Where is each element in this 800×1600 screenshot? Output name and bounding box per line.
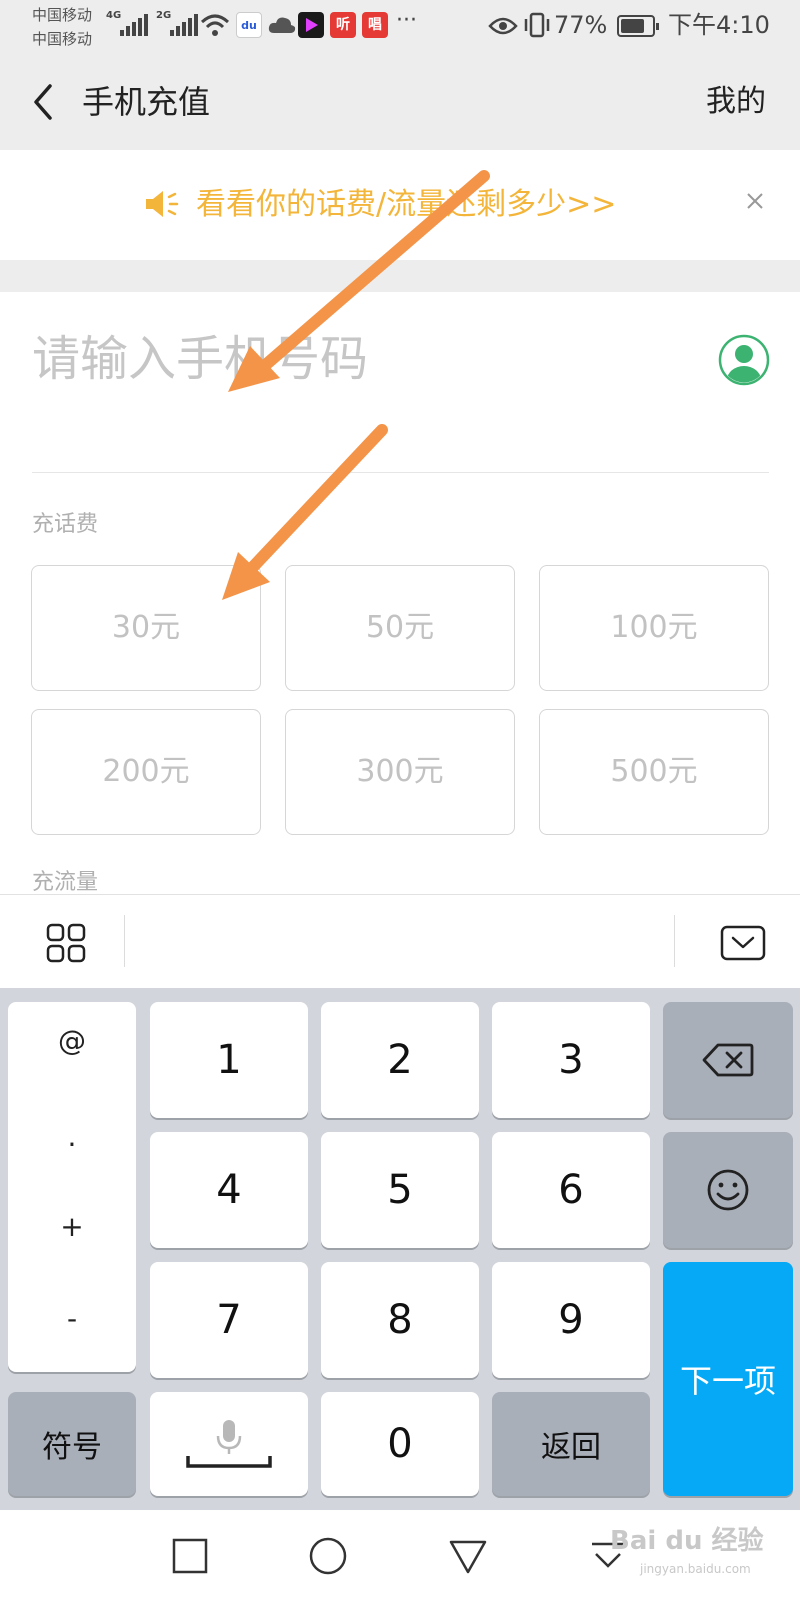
wifi-icon	[200, 14, 230, 36]
numeric-keyboard: @ . + - 1 2 3 4 5 6 7 8 9 下一项 符号 0 返回	[0, 988, 800, 1510]
amount-200[interactable]: 200元	[31, 709, 261, 835]
network-type-1: 4G	[106, 10, 122, 21]
clock: 下午4:10	[668, 11, 770, 39]
key-plus[interactable]: +	[8, 1210, 136, 1243]
backspace-key[interactable]	[663, 1002, 793, 1118]
my-link[interactable]: 我的	[706, 80, 766, 124]
amount-30[interactable]: 30元	[31, 565, 261, 691]
recharge-section-label: 充话费	[32, 512, 99, 537]
phone-number-input[interactable]	[32, 327, 672, 391]
page-title: 手机充值	[82, 83, 211, 121]
key-3[interactable]: 3	[492, 1002, 650, 1118]
next-key[interactable]: 下一项	[663, 1262, 793, 1496]
video-app-icon	[298, 12, 324, 38]
return-key[interactable]: 返回	[492, 1392, 650, 1496]
symbol-key[interactable]: 符号	[8, 1392, 136, 1496]
more-notifications: ···	[396, 8, 417, 33]
network-type-2: 2G	[156, 10, 172, 21]
back-nav-icon[interactable]	[448, 1536, 488, 1576]
grid-menu-icon[interactable]	[46, 923, 86, 963]
key-at[interactable]: @	[8, 1024, 136, 1057]
symbol-column: @ . + -	[8, 1002, 136, 1372]
recent-apps-icon[interactable]	[170, 1536, 210, 1576]
close-icon[interactable]	[744, 190, 766, 212]
key-8[interactable]: 8	[321, 1262, 479, 1378]
ting-app-icon: 听	[330, 12, 356, 38]
watermark: Bai du 经验	[610, 1526, 764, 1556]
battery-icon	[617, 15, 659, 37]
home-icon[interactable]	[308, 1536, 348, 1576]
baidu-app-icon: du	[236, 12, 262, 38]
microphone-icon	[186, 1420, 272, 1468]
battery-percent: 77%	[554, 11, 608, 39]
toolbar-divider	[124, 915, 125, 967]
signal-icon	[170, 12, 198, 36]
chang-app-icon: 唱	[362, 12, 388, 38]
key-2[interactable]: 2	[321, 1002, 479, 1118]
app-header: 手机充值 我的	[0, 56, 800, 148]
back-arrow-icon[interactable]	[26, 82, 66, 122]
key-9[interactable]: 9	[492, 1262, 650, 1378]
carrier-2: 中国移动	[32, 30, 93, 48]
key-5[interactable]: 5	[321, 1132, 479, 1248]
amount-500[interactable]: 500元	[539, 709, 769, 835]
status-bar: 中国移动 中国移动 4G 2G du 听 唱 ··· 77% 下午4:10	[0, 0, 800, 56]
toolbar-divider	[674, 915, 675, 967]
key-dot[interactable]: .	[8, 1120, 136, 1153]
vibrate-icon	[524, 12, 550, 38]
key-minus[interactable]: -	[8, 1302, 136, 1335]
keyboard-hide-icon[interactable]	[720, 925, 766, 961]
key-6[interactable]: 6	[492, 1132, 650, 1248]
emoji-key[interactable]	[663, 1132, 793, 1248]
amount-100[interactable]: 100元	[539, 565, 769, 691]
signal-icon	[120, 12, 148, 36]
space-voice-key[interactable]	[150, 1392, 308, 1496]
navigation-bar: Bai du 经验 jingyan.baidu.com	[0, 1510, 800, 1600]
banner-text[interactable]: 看看你的话费/流量还剩多少>>	[196, 183, 616, 227]
smiley-icon	[707, 1169, 749, 1211]
key-0[interactable]: 0	[321, 1392, 479, 1496]
key-7[interactable]: 7	[150, 1262, 308, 1378]
contact-icon[interactable]	[718, 334, 770, 386]
balance-banner[interactable]: 看看你的话费/流量还剩多少>>	[0, 150, 800, 260]
recharge-form: 充话费 30元 50元 100元 200元 300元 500元 充流量	[0, 292, 800, 894]
eye-icon	[488, 17, 518, 35]
watermark-url: jingyan.baidu.com	[640, 1562, 751, 1576]
carrier-1: 中国移动	[32, 6, 93, 24]
keyboard-toolbar	[0, 894, 800, 988]
key-1[interactable]: 1	[150, 1002, 308, 1118]
amount-300[interactable]: 300元	[285, 709, 515, 835]
divider	[32, 472, 769, 473]
data-section-label: 充流量	[32, 870, 99, 894]
backspace-icon	[702, 1043, 754, 1077]
amount-50[interactable]: 50元	[285, 565, 515, 691]
speaker-icon	[146, 191, 179, 217]
cloud-icon	[268, 17, 296, 33]
key-4[interactable]: 4	[150, 1132, 308, 1248]
